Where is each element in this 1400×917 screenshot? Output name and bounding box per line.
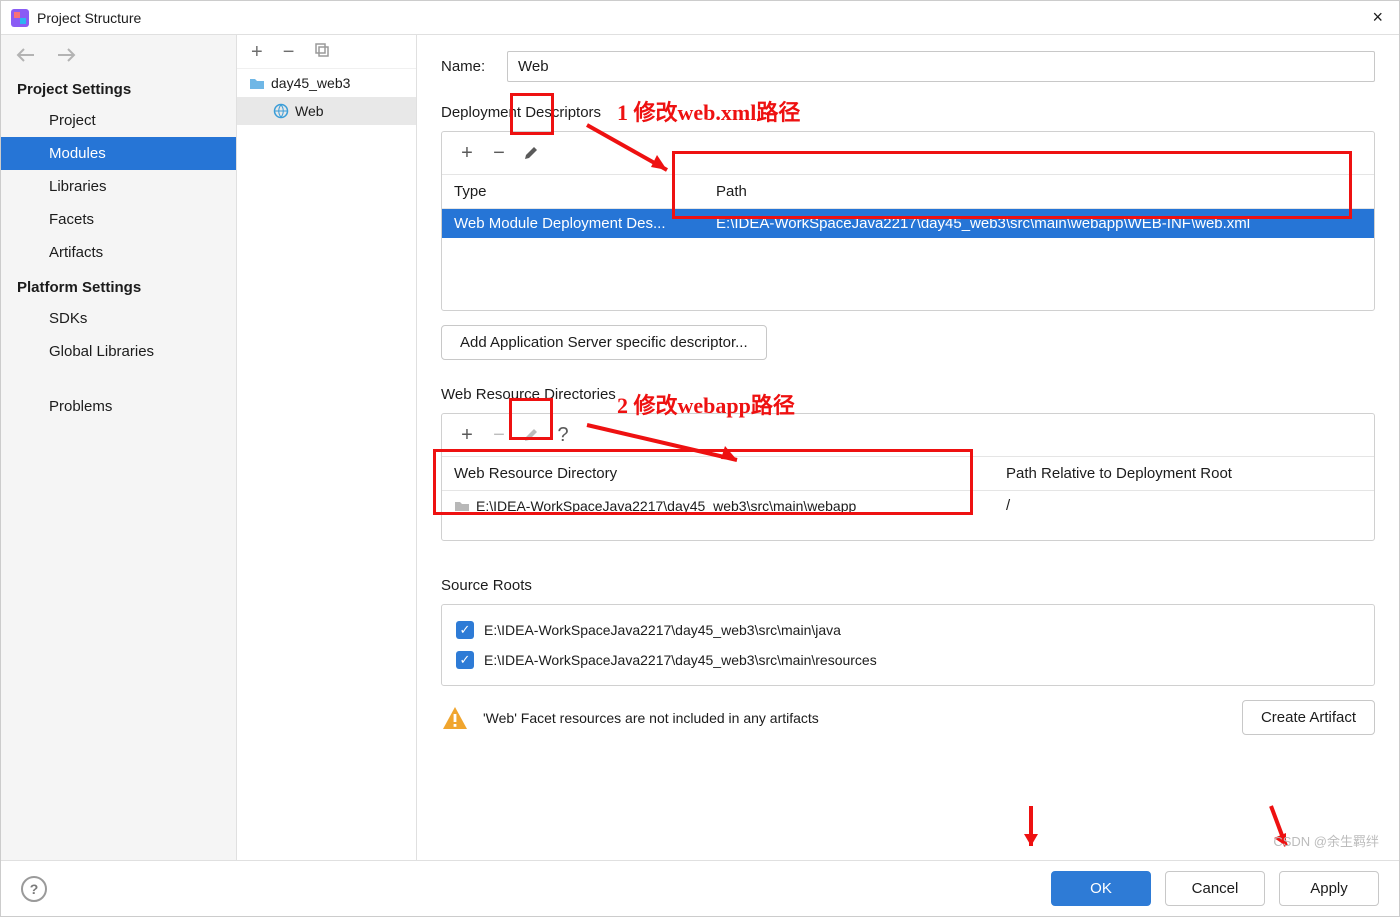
folder-icon (454, 500, 470, 512)
forward-icon[interactable] (55, 47, 77, 63)
cancel-button[interactable]: Cancel (1165, 871, 1265, 906)
app-logo-icon (11, 9, 29, 27)
dd-add-icon[interactable]: + (452, 138, 482, 168)
wrd-col-dir: Web Resource Directory (442, 457, 994, 490)
sr-panel: ✓ E:\IDEA-WorkSpaceJava2217\day45_web3\s… (441, 604, 1375, 686)
folder-icon (249, 76, 265, 90)
warning-icon (441, 705, 469, 731)
tree-facet-label: Web (295, 103, 324, 119)
add-descriptor-button[interactable]: Add Application Server specific descript… (441, 325, 767, 360)
sr-row-1[interactable]: ✓ E:\IDEA-WorkSpaceJava2217\day45_web3\s… (454, 615, 1362, 645)
module-tree: + − day45_web3 Web (237, 35, 417, 860)
wrd-help-icon[interactable]: ? (548, 420, 578, 450)
wrd-row[interactable]: E:\IDEA-WorkSpaceJava2217\day45_web3\src… (442, 491, 1374, 520)
dialog-footer: ? OK Cancel Apply (1, 860, 1399, 916)
sr-path-1: E:\IDEA-WorkSpaceJava2217\day45_web3\src… (484, 622, 841, 638)
dd-panel: + − Type Path Web Module Deployment Des.… (441, 131, 1375, 311)
wrd-row-rel: / (994, 491, 1374, 520)
create-artifact-button[interactable]: Create Artifact (1242, 700, 1375, 735)
dd-row[interactable]: Web Module Deployment Des... E:\IDEA-Wor… (442, 209, 1374, 238)
section-platform-settings: Platform Settings (1, 269, 236, 302)
nav-arrows (1, 39, 236, 71)
checkbox-checked-icon[interactable]: ✓ (456, 621, 474, 639)
sidebar: Project Settings Project Modules Librari… (1, 35, 237, 860)
dd-row-path: E:\IDEA-WorkSpaceJava2217\day45_web3\src… (704, 209, 1374, 238)
ok-button[interactable]: OK (1051, 871, 1151, 906)
sidebar-item-libraries[interactable]: Libraries (1, 170, 236, 203)
sidebar-item-problems[interactable]: Problems (1, 390, 236, 423)
wrd-panel: + − ? Web Resource Directory Path Relati… (441, 413, 1375, 541)
help-icon[interactable]: ? (21, 876, 47, 902)
tree-facet-web[interactable]: Web (237, 97, 416, 125)
wrd-add-icon[interactable]: + (452, 420, 482, 450)
dd-edit-icon[interactable] (516, 138, 546, 168)
titlebar: Project Structure × (1, 1, 1399, 35)
name-input[interactable] (507, 51, 1375, 82)
sidebar-item-global-libraries[interactable]: Global Libraries (1, 335, 236, 368)
window-title: Project Structure (37, 10, 1366, 26)
wrd-title: Web Resource Directories (441, 386, 1375, 403)
sidebar-item-project[interactable]: Project (1, 104, 236, 137)
sidebar-item-facets[interactable]: Facets (1, 203, 236, 236)
dd-remove-icon[interactable]: − (484, 138, 514, 168)
warning-text: 'Web' Facet resources are not included i… (483, 710, 1228, 726)
wrd-remove-icon[interactable]: − (484, 420, 514, 450)
main-panel: Name: Deployment Descriptors + − Type Pa… (417, 35, 1399, 860)
warning-row: 'Web' Facet resources are not included i… (441, 700, 1375, 735)
dd-col-path: Path (704, 175, 1374, 208)
checkbox-checked-icon[interactable]: ✓ (456, 651, 474, 669)
web-icon (273, 103, 289, 119)
remove-icon[interactable]: − (283, 42, 295, 62)
wrd-col-rel: Path Relative to Deployment Root (994, 457, 1374, 490)
sidebar-item-artifacts[interactable]: Artifacts (1, 236, 236, 269)
apply-button[interactable]: Apply (1279, 871, 1379, 906)
sr-row-2[interactable]: ✓ E:\IDEA-WorkSpaceJava2217\day45_web3\s… (454, 645, 1362, 675)
name-label: Name: (441, 58, 507, 75)
dd-row-type: Web Module Deployment Des... (442, 209, 704, 238)
tree-module-label: day45_web3 (271, 75, 350, 91)
add-icon[interactable]: + (251, 42, 263, 62)
sr-path-2: E:\IDEA-WorkSpaceJava2217\day45_web3\src… (484, 652, 877, 668)
copy-icon[interactable] (314, 42, 330, 62)
tree-toolbar: + − (237, 35, 416, 69)
wrd-edit-icon[interactable] (516, 420, 546, 450)
close-icon[interactable]: × (1366, 7, 1389, 28)
sidebar-item-modules[interactable]: Modules (1, 137, 236, 170)
dd-col-type: Type (442, 175, 704, 208)
watermark: CSDN @余生羁绊 (1273, 831, 1379, 850)
section-project-settings: Project Settings (1, 71, 236, 104)
dd-title: Deployment Descriptors (441, 104, 1375, 121)
sidebar-item-sdks[interactable]: SDKs (1, 302, 236, 335)
wrd-row-dir: E:\IDEA-WorkSpaceJava2217\day45_web3\src… (476, 498, 856, 514)
tree-module[interactable]: day45_web3 (237, 69, 416, 97)
sr-title: Source Roots (441, 577, 1375, 594)
back-icon[interactable] (15, 47, 37, 63)
